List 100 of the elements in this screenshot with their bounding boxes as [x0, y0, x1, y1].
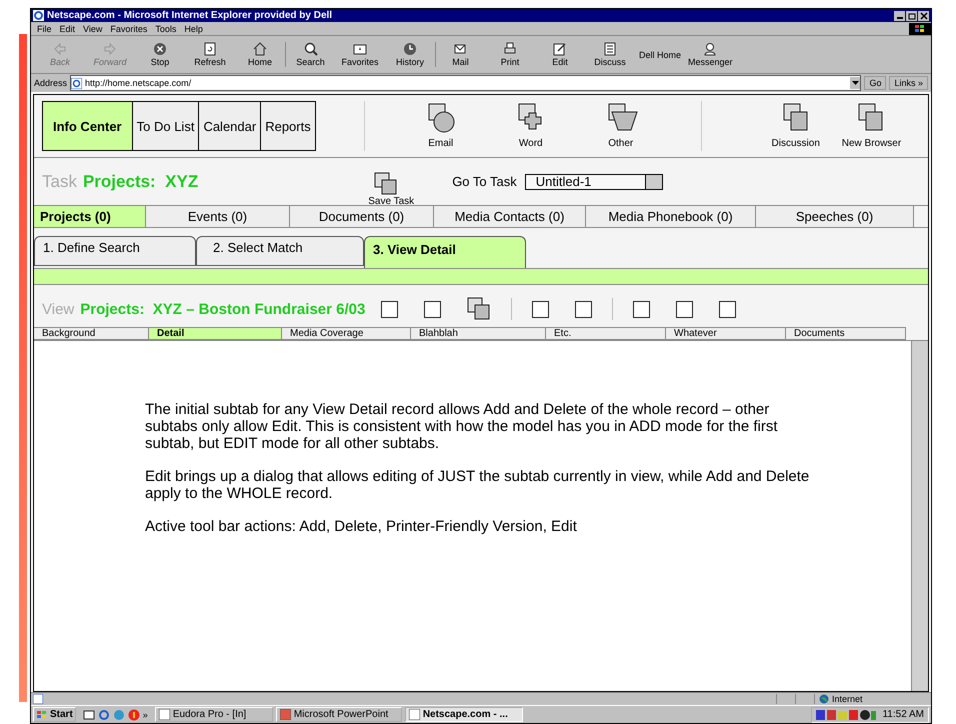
security-zone: Internet [814, 694, 929, 704]
toolbar-button[interactable]: Favorites [335, 42, 385, 67]
go-to-task-label: Go To Task [452, 174, 517, 189]
close-button[interactable] [918, 10, 929, 20]
nav-tab[interactable]: To Do List [132, 102, 198, 150]
tool-button[interactable]: New Browser [836, 102, 908, 150]
address-field[interactable]: http://home.netscape.com/ [70, 75, 862, 91]
category-tab[interactable]: Media Phonebook (0) [586, 206, 756, 227]
back-icon [53, 42, 67, 56]
taskbar-button[interactable]: Microsoft PowerPoint [276, 707, 402, 722]
subtab[interactable]: Media Coverage [282, 327, 411, 340]
taskbar-button[interactable]: Netscape.com - ... [404, 707, 523, 722]
start-button[interactable]: Start [33, 707, 76, 722]
tool-square-icon[interactable] [575, 300, 592, 318]
subtab[interactable]: Etc. [546, 327, 666, 340]
menu-item[interactable]: Edit [60, 24, 76, 34]
toolbar-button[interactable]: History [385, 42, 435, 67]
toolbar-button[interactable]: Dell Home [635, 50, 685, 60]
menu-item[interactable]: Tools [155, 24, 176, 34]
history-icon [403, 42, 417, 56]
toolbar-button[interactable]: Messenger [685, 42, 736, 67]
tray-icons-drawing [816, 708, 876, 720]
step-tab[interactable]: 1. Define Search [34, 236, 196, 266]
globe-icon [819, 694, 829, 704]
toolbar-button[interactable]: Edit [535, 42, 585, 67]
stop-icon [153, 42, 167, 56]
toolbar-button[interactable]: Home [235, 42, 285, 67]
desktop-icon[interactable] [82, 708, 95, 720]
toolbar-button[interactable]: Search [285, 42, 335, 67]
subtab[interactable]: Background [34, 327, 149, 340]
view-label: View [42, 300, 74, 318]
discuss-icon [603, 42, 617, 56]
task-label: Task [42, 172, 77, 192]
nav-tab[interactable]: Info Center [43, 102, 132, 150]
windows-logo-icon [36, 710, 48, 720]
tool-square-icon[interactable] [719, 300, 736, 318]
step-tab[interactable]: 3. View Detail [364, 236, 526, 269]
links-button[interactable]: Links » [889, 76, 928, 90]
stacked-squares-icon[interactable] [467, 297, 492, 321]
restore-button[interactable] [906, 10, 917, 20]
tool-button[interactable]: Word [498, 102, 563, 150]
toolbar-button[interactable]: Stop [135, 42, 185, 67]
go-to-task-field[interactable]: Untitled-1 [524, 174, 663, 190]
toolbar-button[interactable]: Print [485, 42, 535, 67]
category-tab[interactable]: Documents (0) [290, 206, 434, 227]
close-icon [920, 12, 928, 20]
detail-paragraph: Edit brings up a dialog that allows editing of JUST the subtab currently in view, while Add and Delete apply to the WHOLE record. [145, 468, 810, 502]
app-icon [408, 709, 420, 720]
tool-square-icon[interactable] [676, 300, 694, 318]
toolbar-button[interactable]: Refresh [185, 42, 235, 67]
subtab[interactable]: Blahblah [411, 327, 546, 340]
tool-button[interactable]: Email [408, 102, 473, 150]
menu-item[interactable]: View [83, 24, 102, 34]
tool-button[interactable]: Discussion [764, 102, 828, 150]
tool-square-icon[interactable] [532, 300, 550, 318]
tool-square-icon[interactable] [633, 300, 650, 318]
detail-paragraph: Active tool bar actions: Add, Delete, Printer-Friendly Version, Edit [145, 518, 578, 535]
tool-square-icon[interactable] [424, 300, 442, 318]
nav-tab[interactable]: Calendar [198, 102, 260, 150]
edit-icon [553, 42, 567, 56]
subtab[interactable]: Whatever [666, 327, 786, 340]
tool-square-icon[interactable] [381, 300, 398, 318]
category-tab[interactable]: Events (0) [146, 206, 290, 227]
category-tab[interactable]: Media Contacts (0) [434, 206, 586, 227]
messenger-icon [703, 42, 718, 56]
info-icon[interactable] [128, 708, 140, 720]
subtab[interactable]: Documents [786, 327, 906, 340]
nav-tab[interactable]: Reports [260, 102, 315, 150]
minimize-icon [896, 17, 902, 19]
detail-paragraph: The initial subtab for any View Detail record allows Add and Delete of the whole record – other subtabs only allow Edit. This is consistent with how the model has you in ADD mode for the first subtab, but EDIT mode for all other subtabs. [145, 401, 779, 452]
print-icon [503, 42, 517, 56]
tool-button[interactable]: Other [588, 102, 653, 150]
task-title: Projects: XYZ [82, 172, 198, 192]
toolbar-button[interactable]: Mail [435, 42, 485, 67]
address-label: Address [34, 78, 68, 88]
menu-item[interactable]: Help [184, 24, 203, 34]
forward-icon [103, 42, 117, 56]
scroll-bar[interactable] [911, 341, 928, 691]
taskbar-button[interactable]: Eudora Pro - [In] [154, 707, 273, 722]
category-tab[interactable]: Projects (0) [34, 206, 146, 227]
menu-item[interactable]: Favorites [110, 24, 148, 34]
category-tab[interactable]: Speeches (0) [756, 206, 914, 227]
browser-logo-icon [33, 10, 44, 21]
menu-item[interactable]: File [37, 24, 52, 34]
step-tab[interactable]: 2. Select Match [196, 236, 364, 266]
minimize-button[interactable] [894, 10, 905, 20]
mail-icon [454, 42, 468, 56]
favorites-icon [353, 42, 367, 56]
restore-icon [908, 12, 916, 20]
toolbar-button[interactable]: Discuss [585, 42, 635, 67]
go-button[interactable]: Go [864, 76, 886, 90]
window-title: Netscape.com - Microsoft Internet Explorer provided by Dell [47, 10, 334, 21]
more-icons-button[interactable]: » [142, 710, 148, 720]
view-title: Projects: XYZ – Boston Fundraiser 6/03 [80, 300, 366, 318]
home-icon [253, 42, 267, 56]
refresh-icon [203, 42, 217, 56]
search-icon [304, 42, 318, 56]
app-icon [280, 709, 291, 720]
subtab[interactable]: Detail [149, 327, 282, 340]
clock: 11:52 AM [882, 709, 924, 720]
